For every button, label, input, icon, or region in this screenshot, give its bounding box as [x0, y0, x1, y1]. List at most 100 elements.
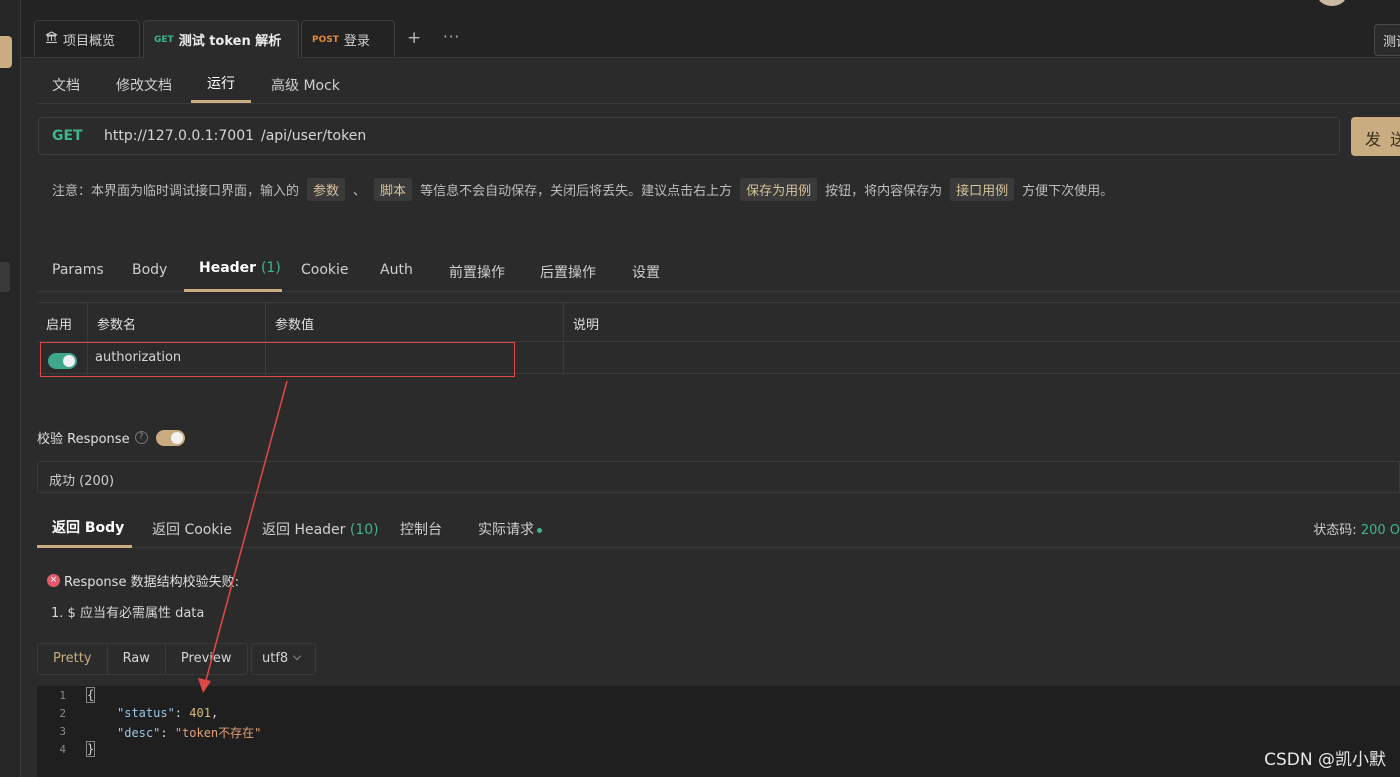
code-line: { [85, 687, 96, 703]
watermark: CSDN @凯小默 [1264, 750, 1386, 770]
column-enabled: 启用 [37, 303, 88, 341]
url-path-input[interactable]: /api/user/token [261, 128, 366, 144]
tab-pre-actions[interactable]: 前置操作 [449, 262, 505, 282]
tab-console[interactable]: 控制台 [400, 519, 442, 539]
view-mode-group: Pretty Raw Preview [37, 643, 248, 675]
send-button[interactable]: 发 送 [1351, 117, 1400, 156]
encoding-select[interactable]: utf8 [251, 643, 316, 675]
code-line: "desc": "token不存在" [117, 724, 261, 741]
json-key: "desc" [117, 726, 161, 740]
column-description: 说明 [564, 303, 1400, 341]
subnav-docs[interactable]: 文档 [52, 75, 80, 95]
validation-error: × Response 数据结构校验失败: [47, 571, 239, 590]
method-badge: GET [154, 34, 174, 45]
status-code-label: 状态码: [1313, 523, 1357, 538]
subnav-active-underline [191, 100, 251, 103]
temp-debug-notice: 注意：本界面为临时调试接口界面，输入的 参数 、 脚本 等信息不会自动保存，关闭… [52, 178, 1113, 201]
validation-error-item: 1. $ 应当有必需属性 data [51, 606, 205, 621]
response-tabs: 返回 Body 返回 Cookie 返回 Header (10) 控制台 实际请… [37, 505, 1400, 548]
more-tabs-icon[interactable]: ··· [443, 28, 460, 46]
view-raw-button[interactable]: Raw [108, 644, 166, 674]
base-url[interactable]: http://127.0.0.1:7001 [104, 128, 254, 144]
notice-text: 按钮，将内容保存为 [825, 184, 943, 199]
line-number: 4 [59, 743, 66, 756]
validate-response-label: 校验 Response [37, 432, 130, 447]
encoding-value: utf8 [262, 651, 289, 666]
tab-body[interactable]: Body [132, 262, 167, 278]
rail-indicator [0, 262, 10, 292]
tab-auth[interactable]: Auth [380, 262, 413, 278]
bank-icon [45, 31, 58, 48]
subnav-edit-docs[interactable]: 修改文档 [116, 75, 172, 95]
subnav-run[interactable]: 运行 [207, 73, 235, 93]
notice-text: 等信息不会自动保存，关闭后将丢失。建议点击右上方 [420, 184, 733, 199]
json-string: "token不存在" [174, 726, 262, 740]
status-dot [537, 527, 542, 533]
tab-project-overview[interactable]: 项目概览 [34, 20, 140, 58]
tab-test-token[interactable]: GET 测试 token 解析 [143, 20, 299, 58]
tab-bar: 项目概览 GET 测试 token 解析 POST 登录 + ··· 测试 [21, 0, 1400, 58]
tab-header-count: (1) [260, 260, 281, 276]
left-rail [0, 0, 21, 777]
column-param-value: 参数值 [266, 303, 564, 341]
method-badge: POST [312, 34, 339, 45]
tab-label: 登录 [343, 34, 370, 49]
status-code: 状态码: 200 O [1313, 519, 1400, 538]
validate-response: 校验 Response ? [37, 428, 185, 447]
json-number: 401 [189, 706, 211, 720]
url-bar[interactable]: GET http://127.0.0.1:7001 /api/user/toke… [38, 117, 1340, 155]
validate-response-toggle[interactable] [155, 429, 185, 446]
column-param-name: 参数名 [88, 303, 266, 341]
tab-params[interactable]: Params [52, 262, 104, 278]
tab-response-header-label: 返回 Header [262, 522, 346, 538]
tab-header[interactable]: Header (1) [199, 260, 281, 276]
tab-actual-request[interactable]: 实际请求 [478, 519, 542, 539]
view-pretty-button[interactable]: Pretty [38, 644, 108, 674]
test-button[interactable]: 测试 [1374, 24, 1400, 56]
line-number: 2 [59, 707, 66, 720]
subnav-advanced-mock[interactable]: 高级 Mock [271, 75, 340, 95]
json-colon: : [160, 726, 175, 740]
notice-chip-api-case: 接口用例 [950, 178, 1015, 201]
error-icon: × [47, 574, 60, 587]
request-method[interactable]: GET [52, 128, 83, 144]
json-colon: : [174, 706, 190, 720]
notice-chip-script: 脚本 [374, 178, 413, 201]
avatar[interactable] [1317, 0, 1347, 6]
code-line: } [85, 741, 96, 757]
notice-chip-save-case: 保存为用例 [740, 178, 818, 201]
annotation-highlight-box [40, 342, 515, 377]
rail-collapse-handle[interactable] [0, 36, 12, 68]
tab-actual-request-label: 实际请求 [478, 522, 534, 538]
notice-text: 方便下次使用。 [1022, 184, 1114, 199]
line-number: 1 [59, 689, 66, 702]
add-tab-icon[interactable]: + [407, 28, 421, 48]
tab-label: 项目概览 [63, 34, 116, 49]
notice-text: 注意：本界面为临时调试接口界面，输入的 [52, 184, 300, 199]
sub-nav: 文档 修改文档 运行 高级 Mock [37, 58, 1400, 104]
tab-settings[interactable]: 设置 [632, 262, 660, 282]
chevron-down-icon [292, 651, 302, 661]
notice-chip-params: 参数 [307, 178, 346, 201]
tab-cookie[interactable]: Cookie [301, 262, 349, 278]
json-comma: , [210, 706, 219, 720]
tab-post-actions[interactable]: 后置操作 [540, 262, 596, 282]
request-tab-underline [184, 289, 282, 292]
tab-response-body[interactable]: 返回 Body [52, 517, 124, 537]
response-tab-underline [37, 545, 132, 548]
help-icon[interactable]: ? [134, 431, 148, 444]
view-preview-button[interactable]: Preview [166, 644, 247, 674]
validation-error-title: Response 数据结构校验失败: [64, 575, 239, 590]
tab-response-header[interactable]: 返回 Header (10) [262, 519, 379, 539]
json-key: "status" [117, 706, 175, 720]
tab-header-label: Header [199, 260, 257, 276]
request-tabs: Params Body Header (1) Cookie Auth 前置操作 … [37, 249, 1400, 292]
code-line: "status": 401, [117, 706, 218, 720]
tab-label: 测试 token 解析 [178, 34, 282, 49]
tab-response-cookie[interactable]: 返回 Cookie [152, 519, 232, 539]
status-code-value: 200 O [1360, 523, 1400, 538]
tab-login[interactable]: POST 登录 [301, 20, 395, 58]
response-body-viewer[interactable]: 1 2 3 4 { "status": 401, "desc": "token不… [37, 686, 1400, 777]
response-status-select[interactable]: 成功 (200) [37, 461, 1400, 493]
notice-separator: 、 [353, 184, 367, 199]
